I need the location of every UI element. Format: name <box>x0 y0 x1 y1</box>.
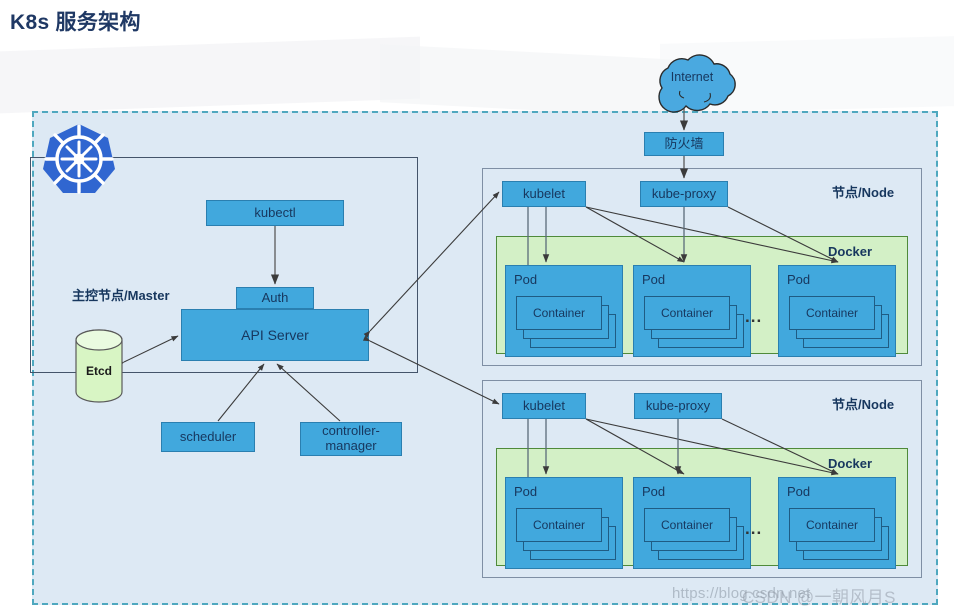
pods-ellipsis-2: ... <box>745 519 763 538</box>
kube-proxy-label: kube-proxy <box>645 397 711 413</box>
pod-label: Pod <box>787 484 811 499</box>
container-stack: Container <box>789 508 889 560</box>
container-stack: Container <box>644 296 744 348</box>
node-panel-1-label: 节点/Node <box>832 185 895 200</box>
container-label: Container <box>805 306 859 320</box>
bg-decoration <box>0 36 420 114</box>
controller-manager-label: controller- manager <box>322 423 380 453</box>
container-front[interactable]: Container <box>644 296 730 330</box>
scheduler-box[interactable]: scheduler <box>161 422 255 452</box>
pod-label: Pod <box>514 272 538 287</box>
container-front[interactable]: Container <box>516 508 602 542</box>
firewall-label: 防火墙 <box>664 135 704 151</box>
container-front[interactable]: Container <box>789 296 875 330</box>
auth-box[interactable]: Auth <box>236 287 314 309</box>
api-server-box[interactable]: API Server <box>181 309 369 361</box>
docker-label-1: Docker <box>828 244 873 259</box>
pod-box[interactable]: Pod Container <box>505 265 623 357</box>
container-label: Container <box>660 518 714 532</box>
container-stack: Container <box>789 296 889 348</box>
pod-label: Pod <box>642 272 666 287</box>
internet-label: Internet <box>670 70 714 84</box>
container-stack: Container <box>644 508 744 560</box>
pod-box[interactable]: Pod Container <box>633 265 751 357</box>
kube-proxy-box-1[interactable]: kube-proxy <box>640 181 728 207</box>
etcd-label: Etcd <box>85 364 112 378</box>
auth-label: Auth <box>261 289 289 305</box>
kubelet-label: kubelet <box>523 397 565 413</box>
kubelet-box-2[interactable]: kubelet <box>502 393 586 419</box>
pod-label: Pod <box>642 484 666 499</box>
api-server-label: API Server <box>241 326 309 343</box>
firewall-box[interactable]: 防火墙 <box>644 132 724 156</box>
container-stack: Container <box>516 508 616 560</box>
container-label: Container <box>805 518 859 532</box>
container-front[interactable]: Container <box>789 508 875 542</box>
node-panel-2-label: 节点/Node <box>832 397 895 412</box>
kubelet-label: kubelet <box>523 185 565 201</box>
pod-box[interactable]: Pod Container <box>778 477 896 569</box>
watermark-user: CSDN @一朝风月S <box>742 588 896 607</box>
container-label: Container <box>532 306 586 320</box>
pod-box[interactable]: Pod Container <box>633 477 751 569</box>
page-title: K8s 服务架构 <box>10 11 141 34</box>
scheduler-label: scheduler <box>179 428 237 444</box>
container-front[interactable]: Container <box>516 296 602 330</box>
kubectl-label: kubectl <box>254 204 296 220</box>
pod-label: Pod <box>787 272 811 287</box>
container-front[interactable]: Container <box>644 508 730 542</box>
bg-decoration <box>380 44 680 118</box>
controller-manager-box[interactable]: controller- manager <box>300 422 402 456</box>
diagram-canvas: K8s 服务架构 Internet 防火墙 主控节点/Master kubect… <box>0 0 954 615</box>
kubectl-box[interactable]: kubectl <box>206 200 344 226</box>
pod-box[interactable]: Pod Container <box>778 265 896 357</box>
container-label: Container <box>532 518 586 532</box>
pod-box[interactable]: Pod Container <box>505 477 623 569</box>
pod-label: Pod <box>514 484 538 499</box>
container-stack: Container <box>516 296 616 348</box>
kube-proxy-label: kube-proxy <box>651 185 717 201</box>
pods-ellipsis-1: ... <box>745 307 763 326</box>
master-panel-label: 主控节点/Master <box>72 288 170 303</box>
kube-proxy-box-2[interactable]: kube-proxy <box>634 393 722 419</box>
docker-label-2: Docker <box>828 456 873 471</box>
kubelet-box-1[interactable]: kubelet <box>502 181 586 207</box>
container-label: Container <box>660 306 714 320</box>
